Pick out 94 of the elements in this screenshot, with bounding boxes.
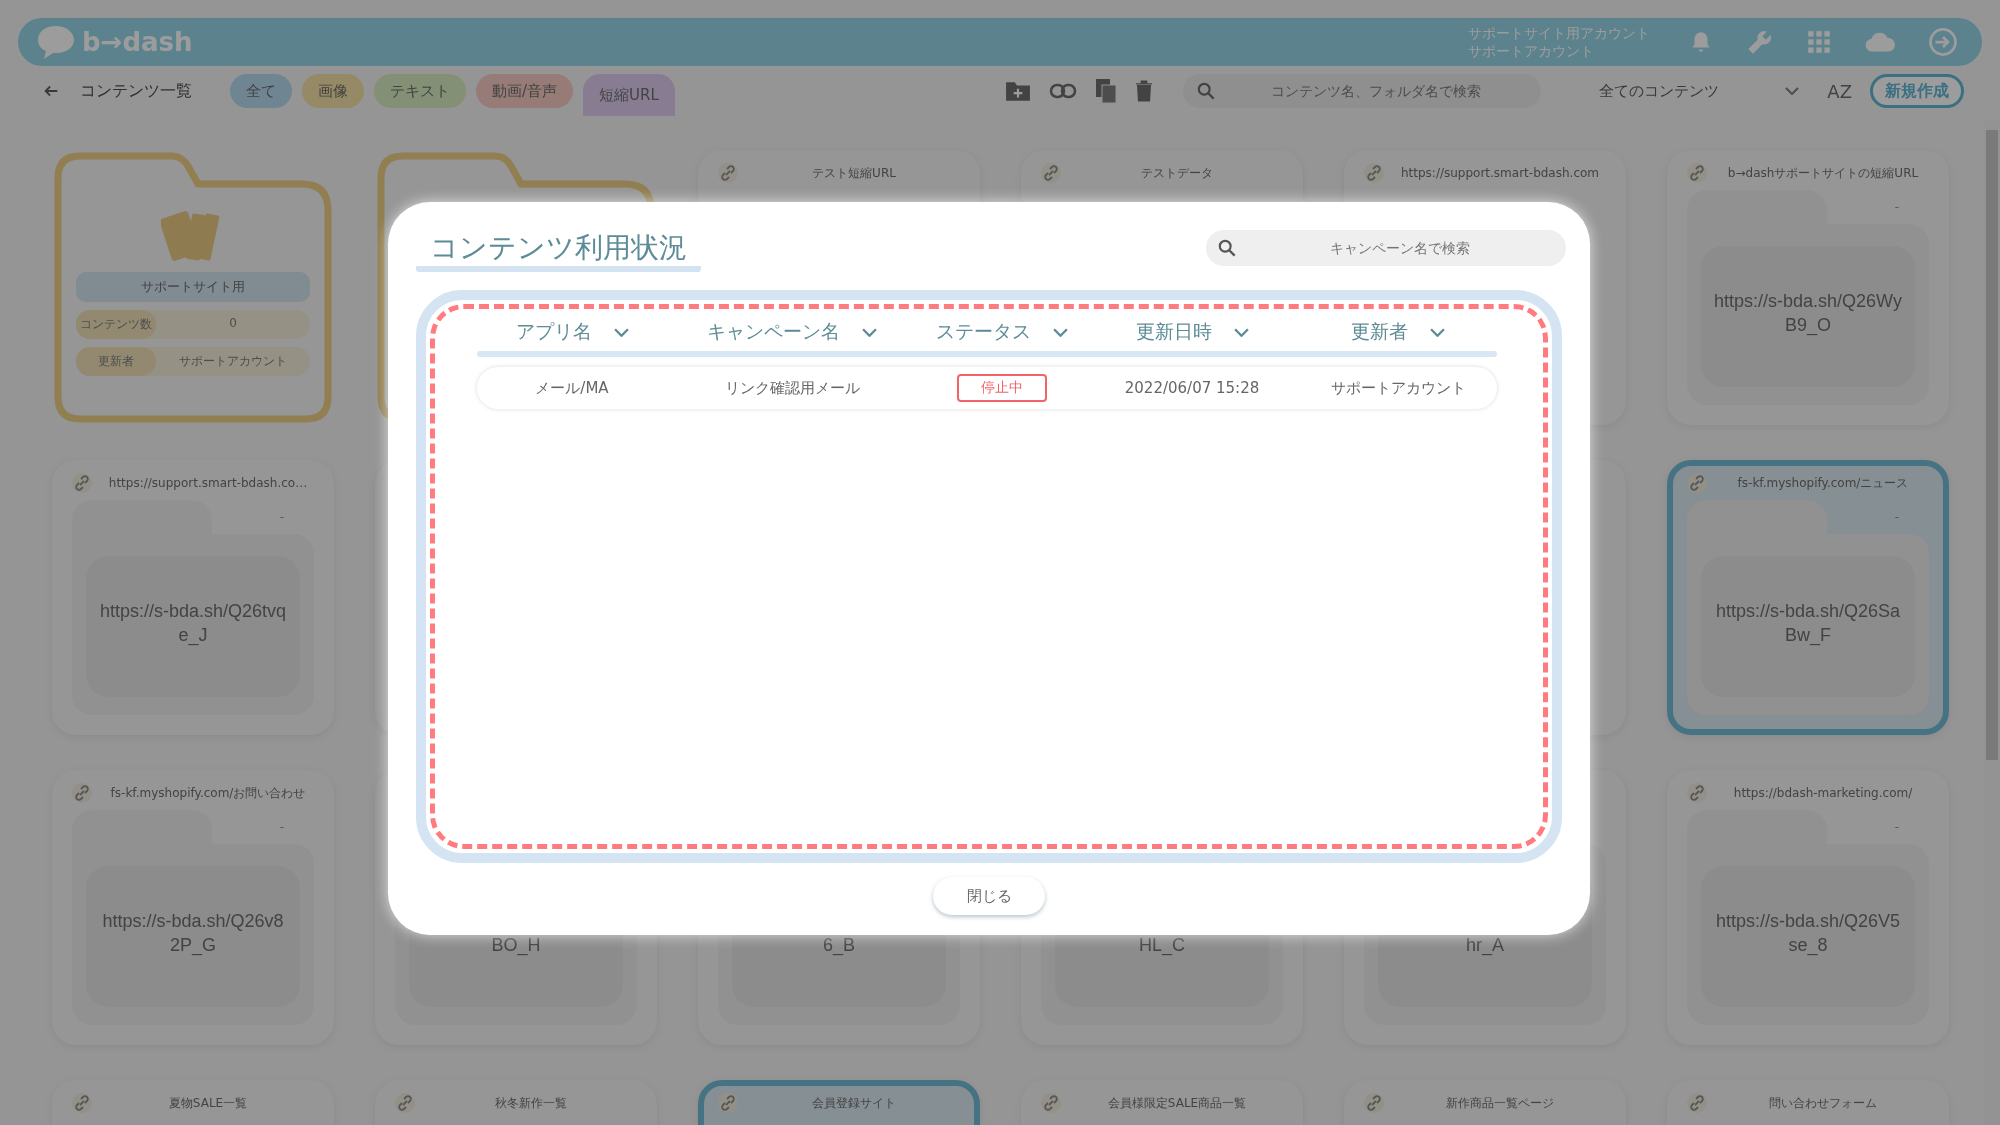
short-url: https://s-bda.sh/Q26V5 se_8 [1715, 910, 1901, 957]
content-filter-dropdown[interactable]: 全てのコンテンツ [1569, 74, 1810, 108]
search-input[interactable]: コンテンツ名、フォルダ名で検索 [1225, 82, 1528, 100]
column-header[interactable]: ステータス [917, 315, 1087, 349]
chevron-down-icon [1233, 327, 1249, 337]
link-title: https://bdash-marketing.com/ [1732, 786, 1914, 800]
wrench-icon[interactable] [1746, 28, 1774, 56]
filter-tab[interactable]: 短縮URL [583, 74, 675, 116]
link-card[interactable]: fs-kf.myshopify.com/ニュース - https://s-bda.sh/Q26Sa Bw_F [1667, 460, 1949, 735]
table-cell-text: メール/MA [534, 378, 610, 398]
dialog-title: コンテンツ利用状況 [416, 230, 701, 272]
status-badge: 停止中 [957, 374, 1047, 402]
chat-bubble-icon [36, 24, 76, 60]
count-value: 0 [228, 315, 238, 332]
count-label: コンテンツ数 [76, 310, 156, 339]
filter-tab[interactable]: 画像 [302, 74, 364, 108]
account-name: サポートアカウント [1468, 42, 1595, 60]
link-icon [1041, 1093, 1061, 1113]
link-title: 問い合わせフォーム [1768, 1094, 1878, 1112]
link-icon [395, 1093, 415, 1113]
link-title: 秋冬新作一覧 [494, 1094, 568, 1112]
grid-icon[interactable] [1806, 29, 1832, 55]
search-icon [1218, 239, 1236, 257]
short-url: BO_H [491, 934, 541, 957]
link-title: 会員登録サイト [811, 1094, 897, 1112]
short-url: https://s-bda.sh/Q26Wy B9_O [1714, 290, 1902, 337]
column-header[interactable]: 更新日時 [1087, 315, 1297, 349]
link-icon [1687, 1093, 1707, 1113]
logout-icon[interactable] [1928, 27, 1958, 57]
chevron-down-icon [1053, 327, 1068, 337]
updater-label: 更新者 [76, 347, 156, 376]
link-icon [1687, 473, 1707, 493]
description-text: - [1894, 200, 1899, 214]
link-icon [72, 1093, 92, 1113]
new-button[interactable]: 新規作成 [1870, 74, 1964, 108]
search-bar[interactable]: コンテンツ名、フォルダ名で検索 [1183, 74, 1542, 108]
chevron-down-icon [1430, 327, 1445, 337]
short-url: hr_A [1466, 934, 1504, 957]
link-icon [718, 163, 738, 183]
description-text: - [279, 510, 284, 524]
link-icon [1364, 163, 1384, 183]
search-input[interactable]: キャンペーン名で検索 [1246, 239, 1554, 257]
description-text: - [1894, 510, 1899, 524]
chevron-down-icon [613, 327, 629, 337]
table-row[interactable]: メール/MA リンク確認用メール 停止中 2022/06/07 15:28 サポートアカウント [477, 367, 1497, 409]
short-url: https://s-bda.sh/Q26tvq e_J [99, 600, 287, 647]
account-site: サポートサイト用アカウント [1468, 24, 1650, 42]
link-card[interactable]: 会員登録サイト [698, 1080, 980, 1125]
column-header[interactable]: 更新者 [1297, 315, 1499, 349]
link-title: fs-kf.myshopify.com/ニュース [1736, 474, 1910, 492]
link-title: 会員様限定SALE商品一覧 [1106, 1094, 1248, 1112]
page-title: コンテンツ一覧 [80, 80, 192, 102]
short-url: 6_B [823, 934, 855, 957]
link-icon [1687, 163, 1707, 183]
table-cell-text: サポートアカウント [1329, 378, 1467, 398]
updater-value: サポートアカウント [178, 353, 288, 370]
table-cell-text: 2022/06/07 15:28 [1123, 379, 1261, 397]
link-icon [1041, 163, 1061, 183]
description-text: - [279, 820, 284, 834]
close-button[interactable]: 閉じる [933, 877, 1045, 915]
link-title: fs-kf.myshopify.com/お問い合わせ [109, 784, 307, 802]
trash-icon[interactable] [1135, 80, 1154, 102]
link-icon[interactable] [1049, 83, 1078, 99]
logo-text: b→dash [82, 27, 193, 57]
link-title: b→dashサポートサイトの短縮URL [1726, 164, 1920, 182]
link-title: 夏物SALE一覧 [167, 1094, 249, 1112]
search-icon [1197, 82, 1216, 100]
search-bar[interactable]: キャンペーン名で検索 [1206, 230, 1566, 266]
folder-plus-icon[interactable] [1005, 80, 1032, 102]
table-cell-text: リンク確認用メール [723, 378, 861, 398]
copy-icon[interactable] [1095, 78, 1118, 104]
link-title: テスト短縮URL [811, 164, 897, 182]
link-icon [718, 1093, 738, 1113]
filter-tab[interactable]: テキスト [374, 74, 466, 108]
sort-button[interactable]: AZ [1827, 80, 1852, 102]
short-url: https://s-bda.sh/Q26Sa Bw_F [1715, 600, 1901, 647]
link-icon [72, 783, 92, 803]
link-title: https://support.smart-bdash.co… [107, 476, 309, 490]
column-header[interactable]: キャンペーン名 [667, 315, 917, 349]
short-url: https://s-bda.sh/Q26v8 2P_G [102, 910, 284, 957]
column-header[interactable]: アプリ名 [477, 315, 667, 349]
link-title: https://support.smart-bdash.com [1399, 166, 1601, 180]
description-text: - [1894, 820, 1899, 834]
chevron-down-icon [862, 327, 877, 337]
filter-tab[interactable]: 動画/音声 [476, 74, 574, 108]
link-title: 新作商品一覧ページ [1445, 1094, 1555, 1112]
chevron-down-icon [1785, 87, 1800, 95]
link-icon [1687, 783, 1707, 803]
link-icon [72, 473, 92, 493]
short-url: HL_C [1139, 934, 1185, 957]
link-icon [1364, 1093, 1384, 1113]
link-title: テストデータ [1140, 164, 1214, 182]
filter-tab[interactable]: 全て [230, 74, 292, 108]
folder-name: サポートサイト用 [76, 272, 310, 302]
